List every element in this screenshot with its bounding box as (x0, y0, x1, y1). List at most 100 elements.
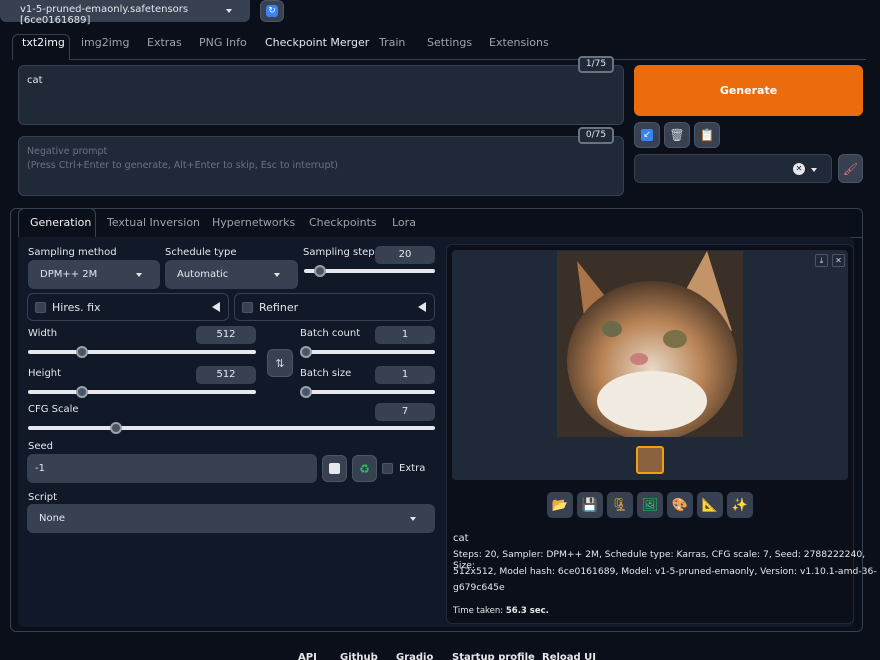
sampling-steps-label: Sampling steps (303, 247, 380, 258)
download-button[interactable]: ⤓ (815, 254, 828, 267)
edit-styles-button[interactable]: 🖌 (838, 154, 863, 183)
read-params-button[interactable]: ↙ (634, 122, 660, 148)
cfg-scale-input[interactable]: 7 (375, 403, 435, 421)
footer-link-startup-profile[interactable]: Startup profile (452, 652, 535, 660)
tab-extensions[interactable]: Extensions (489, 36, 549, 49)
batch-count-slider[interactable] (300, 346, 435, 358)
collapse-triangle-icon (212, 302, 220, 312)
sparkles-icon: ✨ (731, 497, 749, 513)
arrow-icon: ↙ (641, 129, 653, 141)
subtab-checkpoints[interactable]: Checkpoints (309, 216, 377, 229)
refiner-checkbox[interactable] (242, 302, 253, 313)
chevron-down-icon (226, 9, 232, 13)
tab-extras[interactable]: Extras (147, 36, 182, 49)
open-folder-button[interactable]: 📂 (547, 492, 573, 518)
send-to-img2img-button[interactable]: 🖼 (637, 492, 663, 518)
model-select[interactable]: v1-5-pruned-emaonly.safetensors [6ce0161… (0, 0, 250, 26)
subtab-hypernetworks[interactable]: Hypernetworks (212, 216, 295, 229)
hires-fix-accordion[interactable]: Hires. fix (27, 293, 229, 321)
folder-icon: 📂 (551, 497, 569, 513)
cfg-scale-slider[interactable] (28, 422, 435, 434)
paintbrush-icon: 🖌 (842, 161, 859, 176)
extra-label: Extra (399, 463, 426, 474)
slider-thumb[interactable] (300, 346, 312, 358)
batch-count-input[interactable]: 1 (375, 326, 435, 344)
negative-prompt-input[interactable]: Negative prompt (Press Ctrl+Enter to gen… (18, 136, 624, 196)
refresh-icon: ↻ (266, 5, 278, 17)
seed-input[interactable]: -1 (27, 454, 317, 483)
tab-txt2img[interactable]: txt2img (22, 36, 65, 49)
tab-settings[interactable]: Settings (427, 36, 472, 49)
seed-label: Seed (28, 441, 53, 452)
height-slider[interactable] (28, 386, 256, 398)
clipboard-button[interactable]: 📋 (694, 122, 720, 148)
prompt-text: cat (27, 75, 43, 86)
picture-icon: 🖼 (641, 497, 659, 513)
footer-link-api[interactable]: API (298, 652, 317, 660)
batch-size-label: Batch size (300, 368, 352, 379)
footer-link-gradio[interactable]: Gradio (396, 652, 433, 660)
tab-img2img[interactable]: img2img (81, 36, 130, 49)
save-icon: 💾 (581, 497, 599, 513)
slider-thumb[interactable] (76, 346, 88, 358)
swap-icon: ⇅ (275, 356, 285, 370)
zip-button[interactable]: 🗜 (607, 492, 633, 518)
tab-checkpoint-merger[interactable]: Checkpoint Merger (265, 36, 369, 49)
negative-prompt-placeholder-2: (Press Ctrl+Enter to generate, Alt+Enter… (27, 160, 338, 171)
send-to-extras-button[interactable]: 📐 (697, 492, 723, 518)
chevron-down-icon (811, 168, 817, 172)
chevron-down-icon (136, 273, 142, 277)
height-input[interactable]: 512 (196, 366, 256, 384)
schedule-type-value: Automatic (177, 269, 229, 280)
width-label: Width (28, 328, 58, 339)
width-input[interactable]: 512 (196, 326, 256, 344)
close-button[interactable]: ✕ (832, 254, 845, 267)
reuse-seed-button[interactable]: ♻ (352, 455, 377, 482)
script-dropdown[interactable]: None (27, 504, 435, 533)
trash-button[interactable]: 🗑 (664, 122, 690, 148)
clear-icon[interactable]: ✕ (793, 163, 805, 175)
save-button[interactable]: 💾 (577, 492, 603, 518)
swap-dimensions-button[interactable]: ⇅ (267, 349, 293, 377)
batch-size-slider[interactable] (300, 386, 435, 398)
subtab-generation[interactable]: Generation (30, 216, 91, 229)
sampling-steps-input[interactable]: 20 (375, 246, 435, 264)
tab-train[interactable]: Train (379, 36, 405, 49)
footer-link-github[interactable]: Github (340, 652, 378, 660)
sampling-method-dropdown[interactable]: DPM++ 2M (28, 260, 160, 289)
time-label: Time taken: (453, 606, 504, 616)
width-slider[interactable] (28, 346, 256, 358)
random-seed-button[interactable] (322, 455, 347, 482)
output-caption: cat (453, 533, 469, 544)
hires-fix-label: Hires. fix (52, 301, 101, 314)
hires-fix-checkbox[interactable] (35, 302, 46, 313)
slider-thumb[interactable] (110, 422, 122, 434)
footer-link-reload-ui[interactable]: Reload UI (542, 652, 596, 660)
batch-size-input[interactable]: 1 (375, 366, 435, 384)
thumbnail[interactable] (636, 446, 664, 474)
time-value: 56.3 sec. (505, 606, 549, 616)
slider-thumb[interactable] (300, 386, 312, 398)
sampling-steps-slider[interactable] (304, 265, 435, 277)
slider-thumb[interactable] (314, 265, 326, 277)
sampling-method-label: Sampling method (28, 247, 117, 258)
schedule-type-dropdown[interactable]: Automatic (165, 260, 298, 289)
dice-icon (329, 463, 340, 474)
refiner-label: Refiner (259, 301, 299, 314)
output-info-line-2: 512x512, Model hash: 6ce0161689, Model: … (453, 566, 877, 577)
slider-thumb[interactable] (76, 386, 88, 398)
refiner-accordion[interactable]: Refiner (234, 293, 435, 321)
refresh-model-button[interactable]: ↻ (260, 0, 284, 22)
upscale-button[interactable]: ✨ (727, 492, 753, 518)
prompt-input[interactable]: cat (18, 65, 624, 125)
generated-image[interactable] (557, 251, 743, 437)
generate-button[interactable]: Generate (634, 65, 863, 116)
tab-png-info[interactable]: PNG Info (199, 36, 247, 49)
styles-dropdown[interactable]: ✕ (634, 154, 832, 183)
subtab-textual-inversion[interactable]: Textual Inversion (107, 216, 200, 229)
subtab-lora[interactable]: Lora (392, 216, 416, 229)
send-to-inpaint-button[interactable]: 🎨 (667, 492, 693, 518)
time-taken: Time taken: 56.3 sec. (453, 606, 549, 616)
extra-checkbox[interactable] (382, 463, 393, 474)
ruler-icon: 📐 (701, 497, 719, 513)
